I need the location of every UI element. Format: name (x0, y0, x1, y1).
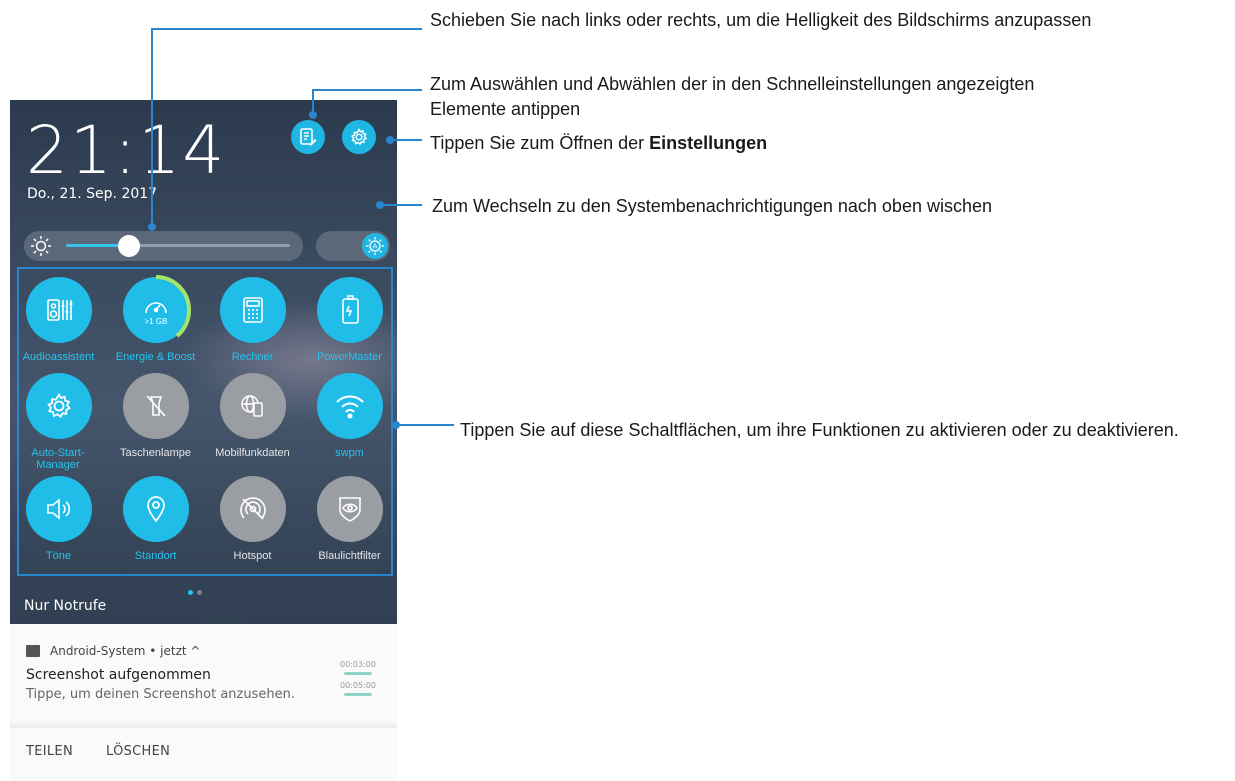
share-button[interactable]: TEILEN (26, 744, 73, 759)
callout-brightness: Schieben Sie nach links oder rechts, um … (430, 10, 1092, 30)
callout-settings-text: Tippen Sie zum Öffnen der (430, 133, 650, 153)
sun-icon (31, 236, 51, 256)
callout-settings: Tippen Sie zum Öffnen der Einstellungen (430, 131, 767, 156)
thumb-time: 00:05:00 (340, 681, 376, 690)
auto-brightness-icon: A (366, 237, 384, 255)
gear-icon (350, 128, 368, 146)
callout-settings-bold: Einstellungen (649, 133, 768, 153)
clock-time: 21:14 (26, 112, 227, 189)
divider (10, 722, 397, 728)
brightness-thumb[interactable] (117, 235, 140, 257)
thumb-time: 00:03:00 (340, 660, 376, 669)
delete-button[interactable]: LÖSCHEN (106, 744, 170, 759)
edit-quick-settings-button[interactable] (291, 120, 325, 154)
notification-title: Screenshot aufgenommen (26, 667, 211, 683)
edit-list-icon (300, 128, 317, 146)
settings-button[interactable] (342, 120, 376, 154)
auto-brightness-button[interactable]: A (362, 233, 388, 259)
notification-body: Tippe, um deinen Screenshot anzusehen. (26, 687, 295, 702)
page-dot-active (188, 590, 193, 595)
callout-toggles: Tippen Sie auf diese Schaltflächen, um i… (460, 420, 1179, 440)
auto-brightness-toggle[interactable]: A (316, 231, 390, 261)
page-dot (197, 590, 202, 595)
clock-date: Do., 21. Sep. 2017 (27, 186, 158, 202)
page-indicator (188, 580, 206, 599)
quick-settings-highlight (17, 267, 393, 576)
notification-app: Android-System • jetzt ^ (50, 644, 201, 658)
emergency-calls-label: Nur Notrufe (24, 598, 107, 614)
image-icon (26, 645, 40, 657)
svg-text:A: A (373, 243, 378, 251)
brightness-track (128, 244, 290, 247)
callout-edit-quick-settings: Zum Auswählen und Abwählen der in den Sc… (430, 74, 1035, 119)
callout-swipe-up: Zum Wechseln zu den Systembenachrichtigu… (432, 196, 992, 216)
brightness-slider[interactable] (24, 231, 303, 261)
screenshot-thumbnail: 00:03:00 00:05:00 (338, 660, 378, 702)
notification-header: Android-System • jetzt ^ (26, 644, 200, 658)
notification-card[interactable]: Android-System • jetzt ^ Screenshot aufg… (10, 624, 397, 781)
